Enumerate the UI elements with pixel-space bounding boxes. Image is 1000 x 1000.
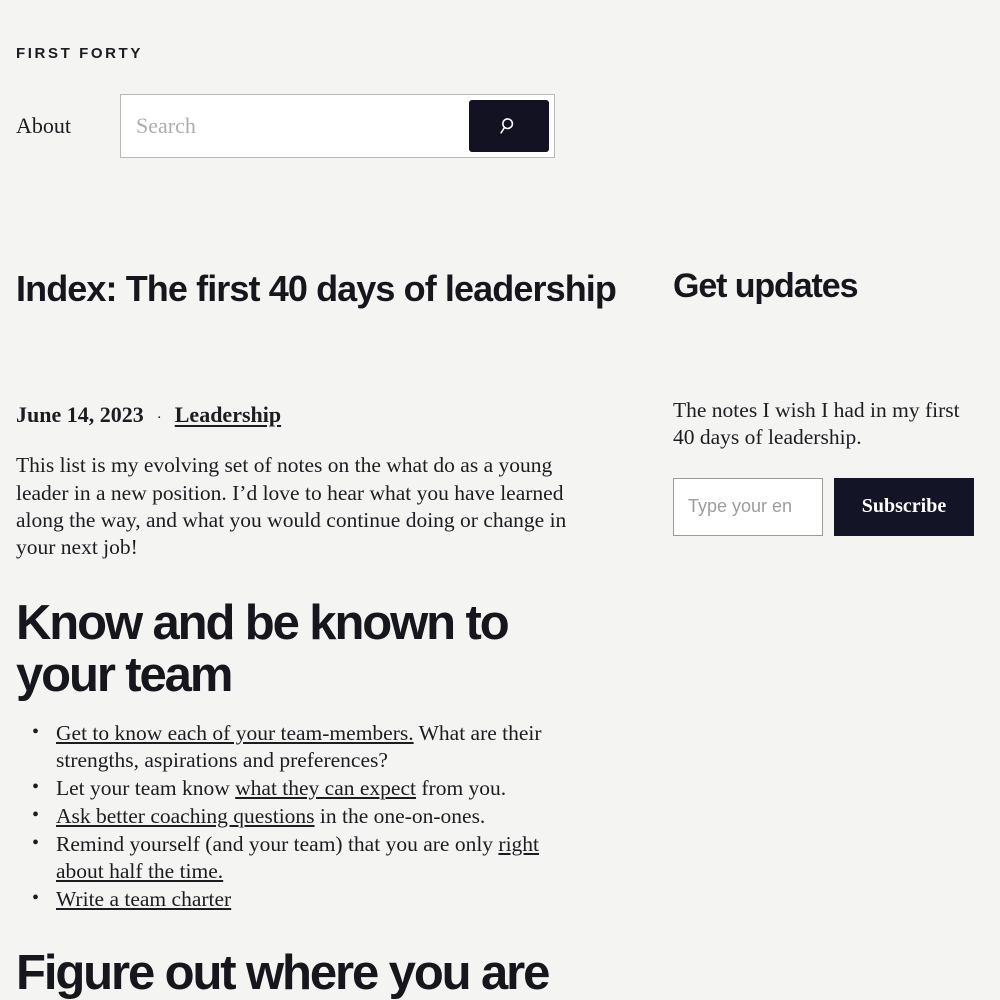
list-item-link[interactable]: Write a team charter — [56, 887, 231, 911]
subscribe-form: Subscribe — [673, 477, 985, 536]
widget-description: The notes I wish I had in my first 40 da… — [673, 398, 960, 450]
list-item-prefix: Let your team know — [56, 775, 236, 800]
list-item-link[interactable]: what they can expect — [235, 776, 416, 800]
list-item-text: in the one-on-ones. — [314, 803, 486, 828]
entry-meta: June 14, 2023 · Leadership — [16, 402, 616, 428]
post-category-link[interactable]: Leadership — [175, 402, 281, 428]
main-content: Index: The first 40 days of leadership J… — [16, 268, 617, 1000]
section-list-1: Get to know each of your team-members. W… — [16, 720, 591, 914]
page-root: FIRST FORTY About Index: The first 40 da… — [0, 0, 1000, 1000]
list-item: Remind yourself (and your team) that you… — [32, 831, 591, 885]
section-heading-2: Figure out where you are — [16, 946, 550, 1000]
search-input[interactable] — [126, 100, 469, 152]
list-item-prefix: Remind yourself (and your team) that you… — [56, 831, 499, 856]
email-field[interactable] — [673, 477, 823, 536]
search-icon — [498, 115, 520, 137]
list-item-text: from you. — [416, 775, 507, 800]
post-date: June 14, 2023 — [16, 402, 144, 428]
list-item-link[interactable]: Get to know each of your team-members. — [56, 721, 414, 745]
post-intro: This list is my evolving set of notes on… — [16, 453, 567, 559]
section-heading-1: Know and be known to your team — [16, 595, 510, 703]
page-title: Index: The first 40 days of leadership — [16, 268, 617, 309]
list-item-link[interactable]: Ask better coaching questions — [56, 804, 315, 828]
search-button[interactable] — [469, 100, 549, 152]
list-item: Ask better coaching questions in the one… — [32, 803, 591, 830]
subscribe-button[interactable]: Subscribe — [834, 477, 974, 536]
list-item: Write a team charter — [32, 886, 591, 913]
list-item: Get to know each of your team-members. W… — [32, 720, 591, 774]
site-title: FIRST FORTY — [16, 45, 143, 62]
list-item: Let your team know what they can expect … — [32, 775, 591, 802]
sidebar: Get updates The notes I wish I had in my… — [673, 267, 985, 536]
nav-link-about[interactable]: About — [16, 113, 71, 139]
search-form — [120, 94, 555, 158]
meta-separator: · — [156, 410, 162, 427]
widget-title-get-updates: Get updates — [673, 267, 858, 305]
